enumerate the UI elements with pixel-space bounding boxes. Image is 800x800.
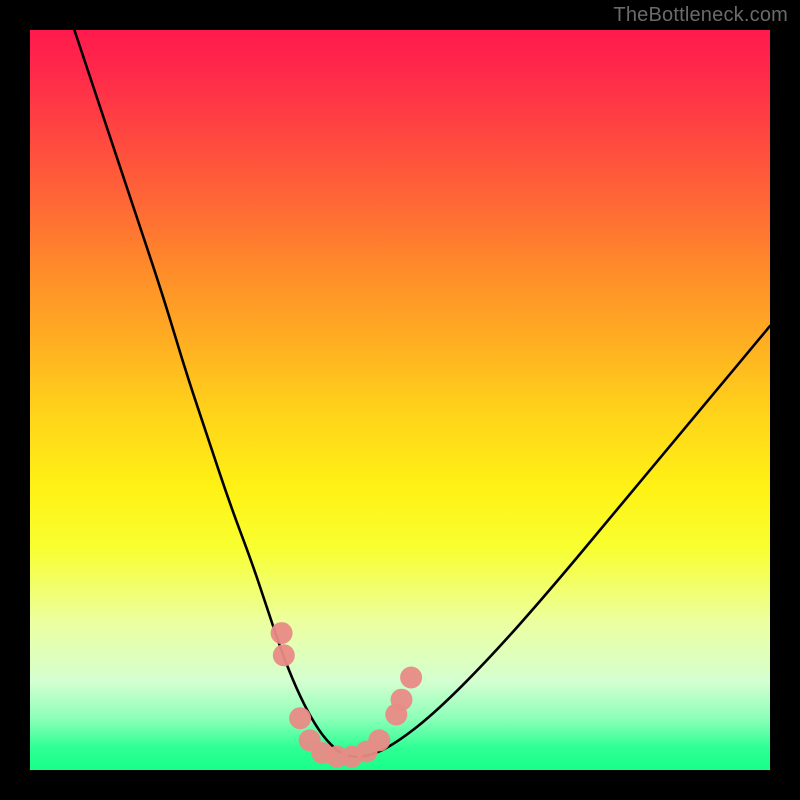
marker-dot (368, 729, 390, 751)
marker-dot (400, 667, 422, 689)
marker-dot (390, 689, 412, 711)
chart-root: TheBottleneck.com (0, 0, 800, 800)
marker-dot (289, 707, 311, 729)
plot-area (30, 30, 770, 770)
watermark-text: TheBottleneck.com (613, 4, 788, 27)
marker-dot (273, 644, 295, 666)
main-curve-path (74, 30, 770, 757)
marker-dot (271, 622, 293, 644)
curve-layer (30, 30, 770, 770)
marker-cluster (271, 622, 423, 768)
main-curve (74, 30, 770, 757)
